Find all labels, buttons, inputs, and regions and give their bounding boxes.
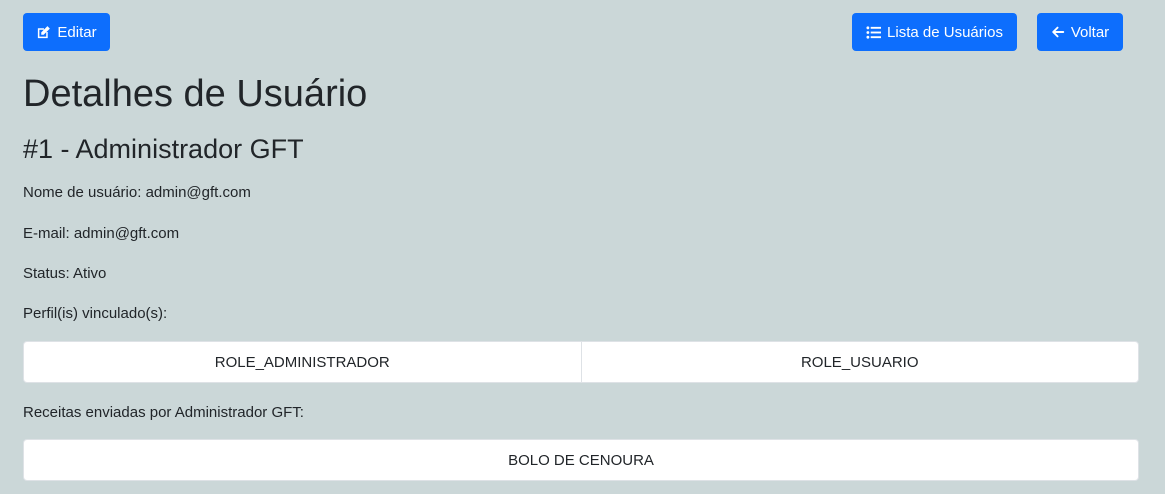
list-icon xyxy=(866,25,882,40)
recipes-label: Receitas enviadas por Administrador GFT: xyxy=(23,404,304,421)
back-button[interactable]: Voltar xyxy=(1037,13,1123,51)
profile-item-user: ROLE_USUARIO xyxy=(580,342,1139,382)
user-heading: #1 - Administrador GFT xyxy=(23,134,304,164)
edit-button-label: Editar xyxy=(57,23,97,41)
user-list-button[interactable]: Lista de Usuários xyxy=(852,13,1017,51)
email-text: E-mail: admin@gft.com xyxy=(23,225,180,242)
recipe-item: BOLO DE CENOURA xyxy=(508,451,654,469)
back-button-label: Voltar xyxy=(1070,23,1110,41)
user-list-button-label: Lista de Usuários xyxy=(887,23,1003,41)
profiles-label: Perfil(is) vinculado(s): xyxy=(23,305,168,322)
status-text: Status: Ativo xyxy=(23,265,107,282)
edit-button[interactable]: Editar xyxy=(23,13,110,51)
recipes-list: BOLO DE CENOURA xyxy=(23,439,1139,481)
page-title: Detalhes de Usuário xyxy=(23,73,368,115)
arrow-left-icon xyxy=(1051,25,1065,39)
edit-icon xyxy=(36,25,51,40)
username-text: Nome de usuário: admin@gft.com xyxy=(23,184,251,201)
profile-item-admin: ROLE_ADMINISTRADOR xyxy=(214,353,390,371)
profiles-list: ROLE_ADMINISTRADOR ROLE_USUARIO xyxy=(23,341,1139,383)
